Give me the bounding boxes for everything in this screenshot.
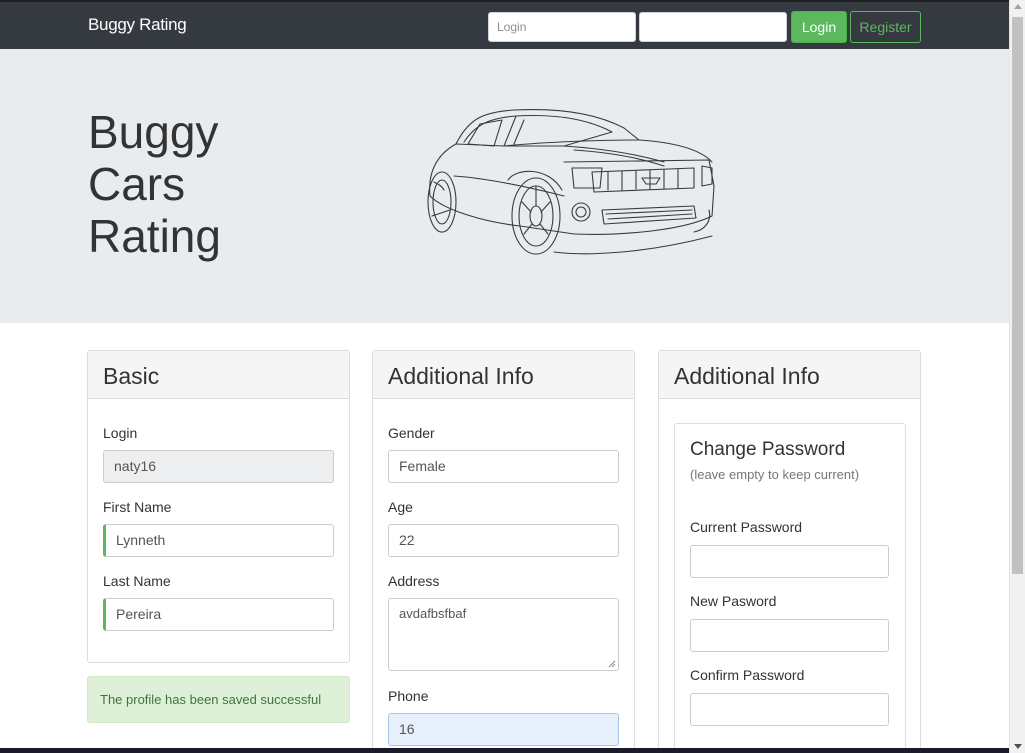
login-button[interactable]: Login: [791, 11, 847, 43]
login-field: naty16: [103, 450, 334, 483]
hero-title-line-3: Rating: [88, 210, 221, 262]
success-alert: The profile has been saved successful: [87, 676, 350, 723]
password-panel-title: Additional Info: [659, 351, 920, 399]
address-value: avdafbsfbaf: [399, 606, 467, 621]
current-password-input[interactable]: [690, 545, 889, 578]
age-label: Age: [388, 499, 413, 515]
last-name-label: Last Name: [103, 573, 171, 589]
window-bottom-edge: [0, 748, 1009, 753]
last-name-input[interactable]: Pereira: [103, 598, 334, 631]
address-label: Address: [388, 573, 440, 589]
scroll-up-arrow-icon[interactable]: [1014, 4, 1022, 9]
new-password-label: New Pasword: [690, 593, 777, 609]
first-name-input[interactable]: Lynneth: [103, 524, 334, 557]
hero-title-line-2: Cars: [88, 158, 186, 210]
hero-banner: Buggy Cars Rating: [0, 49, 1009, 323]
register-button[interactable]: Register: [850, 11, 921, 43]
brand-link[interactable]: Buggy Rating: [88, 15, 187, 35]
nav-login-input[interactable]: [488, 12, 636, 42]
page-scrollbar[interactable]: [1009, 0, 1025, 753]
phone-label: Phone: [388, 688, 429, 704]
change-password-title: Change Password: [690, 439, 846, 460]
hero-title: Buggy Cars Rating: [88, 106, 288, 262]
gender-label: Gender: [388, 425, 435, 441]
new-password-input[interactable]: [690, 619, 889, 652]
phone-input[interactable]: 16: [388, 713, 619, 746]
nav-password-input[interactable]: [639, 12, 787, 42]
resize-handle-icon[interactable]: [608, 660, 616, 668]
address-textarea[interactable]: avdafbsfbaf: [388, 598, 619, 671]
hero-title-line-1: Buggy: [88, 106, 219, 158]
navbar: Buggy Rating Login Register: [0, 0, 1009, 49]
gender-input[interactable]: Female: [388, 450, 619, 483]
current-password-label: Current Password: [690, 519, 803, 535]
change-password-hint: (leave empty to keep current): [690, 467, 860, 482]
car-image: [427, 108, 715, 255]
age-input[interactable]: 22: [388, 524, 619, 557]
scroll-down-arrow-icon[interactable]: [1014, 744, 1022, 749]
first-name-label: First Name: [103, 499, 172, 515]
basic-panel-title: Basic: [88, 351, 349, 399]
confirm-password-label: Confirm Password: [690, 667, 805, 683]
confirm-password-input[interactable]: [690, 693, 889, 726]
additional-info-title: Additional Info: [373, 351, 634, 399]
scrollbar-thumb[interactable]: [1012, 17, 1023, 574]
login-label: Login: [103, 425, 138, 441]
